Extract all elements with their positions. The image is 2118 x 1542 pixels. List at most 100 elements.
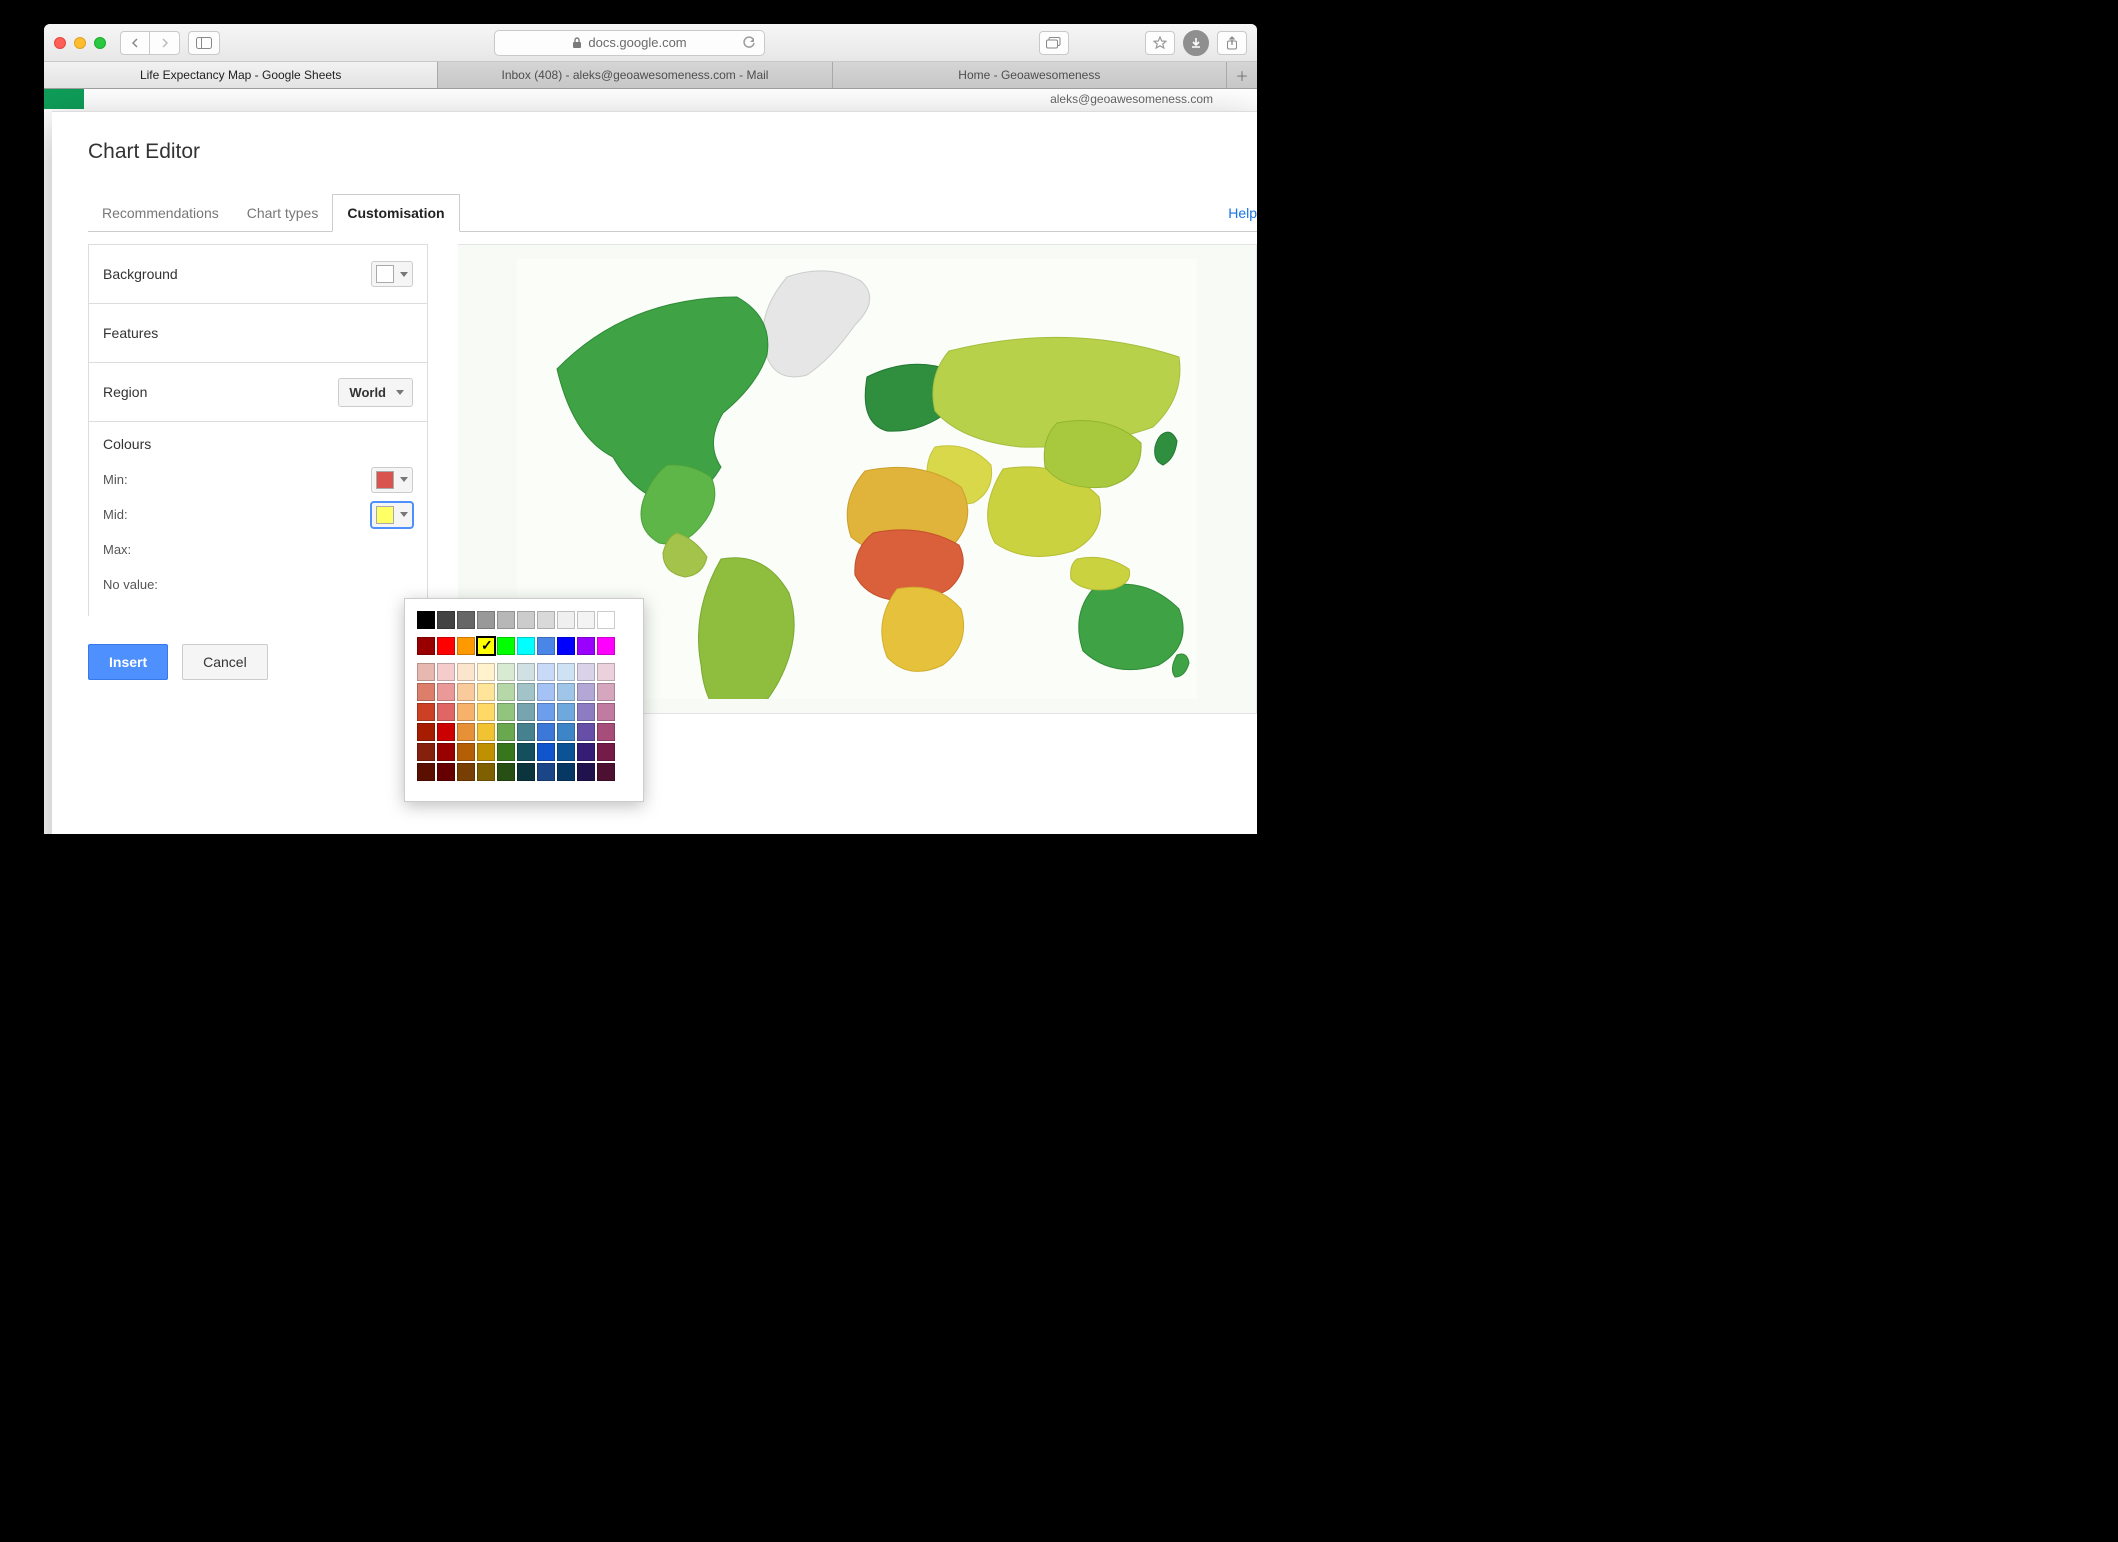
color-swatch[interactable] [597,743,615,761]
color-swatch[interactable] [537,611,555,629]
color-swatch[interactable] [577,743,595,761]
color-swatch[interactable] [557,703,575,721]
help-link[interactable]: Help [1228,195,1257,231]
color-swatch[interactable] [477,743,495,761]
tab-recommendations[interactable]: Recommendations [88,195,233,231]
color-swatch[interactable] [557,683,575,701]
color-swatch[interactable] [577,611,595,629]
zoom-window-button[interactable] [94,37,106,49]
color-swatch[interactable] [477,723,495,741]
color-swatch[interactable] [577,637,595,655]
min-color-button[interactable] [371,467,413,493]
color-swatch[interactable] [597,703,615,721]
color-swatch[interactable] [457,743,475,761]
new-tab-button[interactable]: ＋ [1227,62,1257,88]
color-swatch[interactable] [437,703,455,721]
color-swatch[interactable] [557,663,575,681]
account-label[interactable]: aleks@geoawesomeness.com [1050,89,1257,109]
reload-icon[interactable] [742,36,756,50]
tab-chart-types[interactable]: Chart types [233,195,333,231]
background-color-button[interactable] [371,261,413,287]
color-swatch[interactable] [597,663,615,681]
bookmarks-button[interactable] [1145,31,1175,55]
color-swatch[interactable] [557,611,575,629]
color-swatch[interactable] [457,683,475,701]
color-swatch[interactable] [517,763,535,781]
color-swatch[interactable] [557,763,575,781]
color-swatch[interactable] [437,763,455,781]
browser-tab-2[interactable]: Home - Geoawesomeness [833,62,1227,88]
address-bar[interactable]: docs.google.com [494,30,766,56]
browser-tab-1[interactable]: Inbox (408) - aleks@geoawesomeness.com -… [438,62,832,88]
browser-tab-0[interactable]: Life Expectancy Map - Google Sheets [44,62,438,88]
color-swatch[interactable] [597,611,615,629]
color-swatch[interactable] [517,611,535,629]
color-swatch[interactable] [457,611,475,629]
color-swatch[interactable] [477,763,495,781]
color-swatch[interactable] [557,637,575,655]
downloads-button[interactable] [1183,30,1209,56]
color-swatch[interactable] [417,703,435,721]
color-swatch[interactable] [597,723,615,741]
color-swatch[interactable] [477,703,495,721]
color-swatch[interactable] [417,763,435,781]
color-swatch[interactable] [497,611,515,629]
color-swatch[interactable] [517,723,535,741]
color-swatch[interactable] [477,663,495,681]
mid-color-button[interactable] [371,502,413,528]
color-swatch[interactable] [457,763,475,781]
sidebar-toggle-button[interactable] [188,31,220,55]
forward-button[interactable] [150,31,180,55]
color-swatch[interactable] [557,723,575,741]
region-select[interactable]: World [338,378,413,407]
color-swatch[interactable] [537,703,555,721]
color-swatch[interactable] [577,663,595,681]
color-swatch[interactable] [437,663,455,681]
color-swatch[interactable] [537,637,555,655]
color-swatch[interactable] [437,743,455,761]
color-swatch[interactable] [417,723,435,741]
color-swatch[interactable] [457,663,475,681]
color-swatch[interactable] [497,763,515,781]
color-swatch[interactable] [457,637,475,655]
color-swatch[interactable] [557,743,575,761]
color-swatch[interactable] [517,663,535,681]
color-swatch[interactable] [437,637,455,655]
color-swatch[interactable] [537,743,555,761]
color-swatch[interactable] [497,637,515,655]
color-swatch[interactable] [597,763,615,781]
close-window-button[interactable] [54,37,66,49]
share-button[interactable] [1217,31,1247,55]
color-swatch[interactable] [497,723,515,741]
color-swatch[interactable] [417,683,435,701]
color-swatch[interactable] [497,703,515,721]
minimize-window-button[interactable] [74,37,86,49]
color-swatch[interactable] [577,723,595,741]
color-swatch[interactable] [417,663,435,681]
color-swatch[interactable] [577,763,595,781]
color-swatch[interactable] [437,611,455,629]
cancel-button[interactable]: Cancel [182,644,268,680]
color-swatch[interactable] [577,683,595,701]
color-swatch[interactable] [597,637,615,655]
color-swatch[interactable] [477,637,495,655]
color-swatch[interactable] [437,723,455,741]
color-swatch[interactable] [517,637,535,655]
color-swatch[interactable] [537,683,555,701]
color-swatch[interactable] [537,663,555,681]
color-swatch[interactable] [437,683,455,701]
color-swatch[interactable] [517,683,535,701]
color-swatch[interactable] [417,637,435,655]
color-swatch[interactable] [597,683,615,701]
color-swatch[interactable] [457,703,475,721]
insert-button[interactable]: Insert [88,644,168,680]
color-swatch[interactable] [417,611,435,629]
color-swatch[interactable] [497,743,515,761]
color-swatch[interactable] [457,723,475,741]
color-swatch[interactable] [497,683,515,701]
color-swatch[interactable] [497,663,515,681]
back-button[interactable] [120,31,150,55]
color-swatch[interactable] [477,611,495,629]
color-swatch[interactable] [477,683,495,701]
color-swatch[interactable] [517,743,535,761]
